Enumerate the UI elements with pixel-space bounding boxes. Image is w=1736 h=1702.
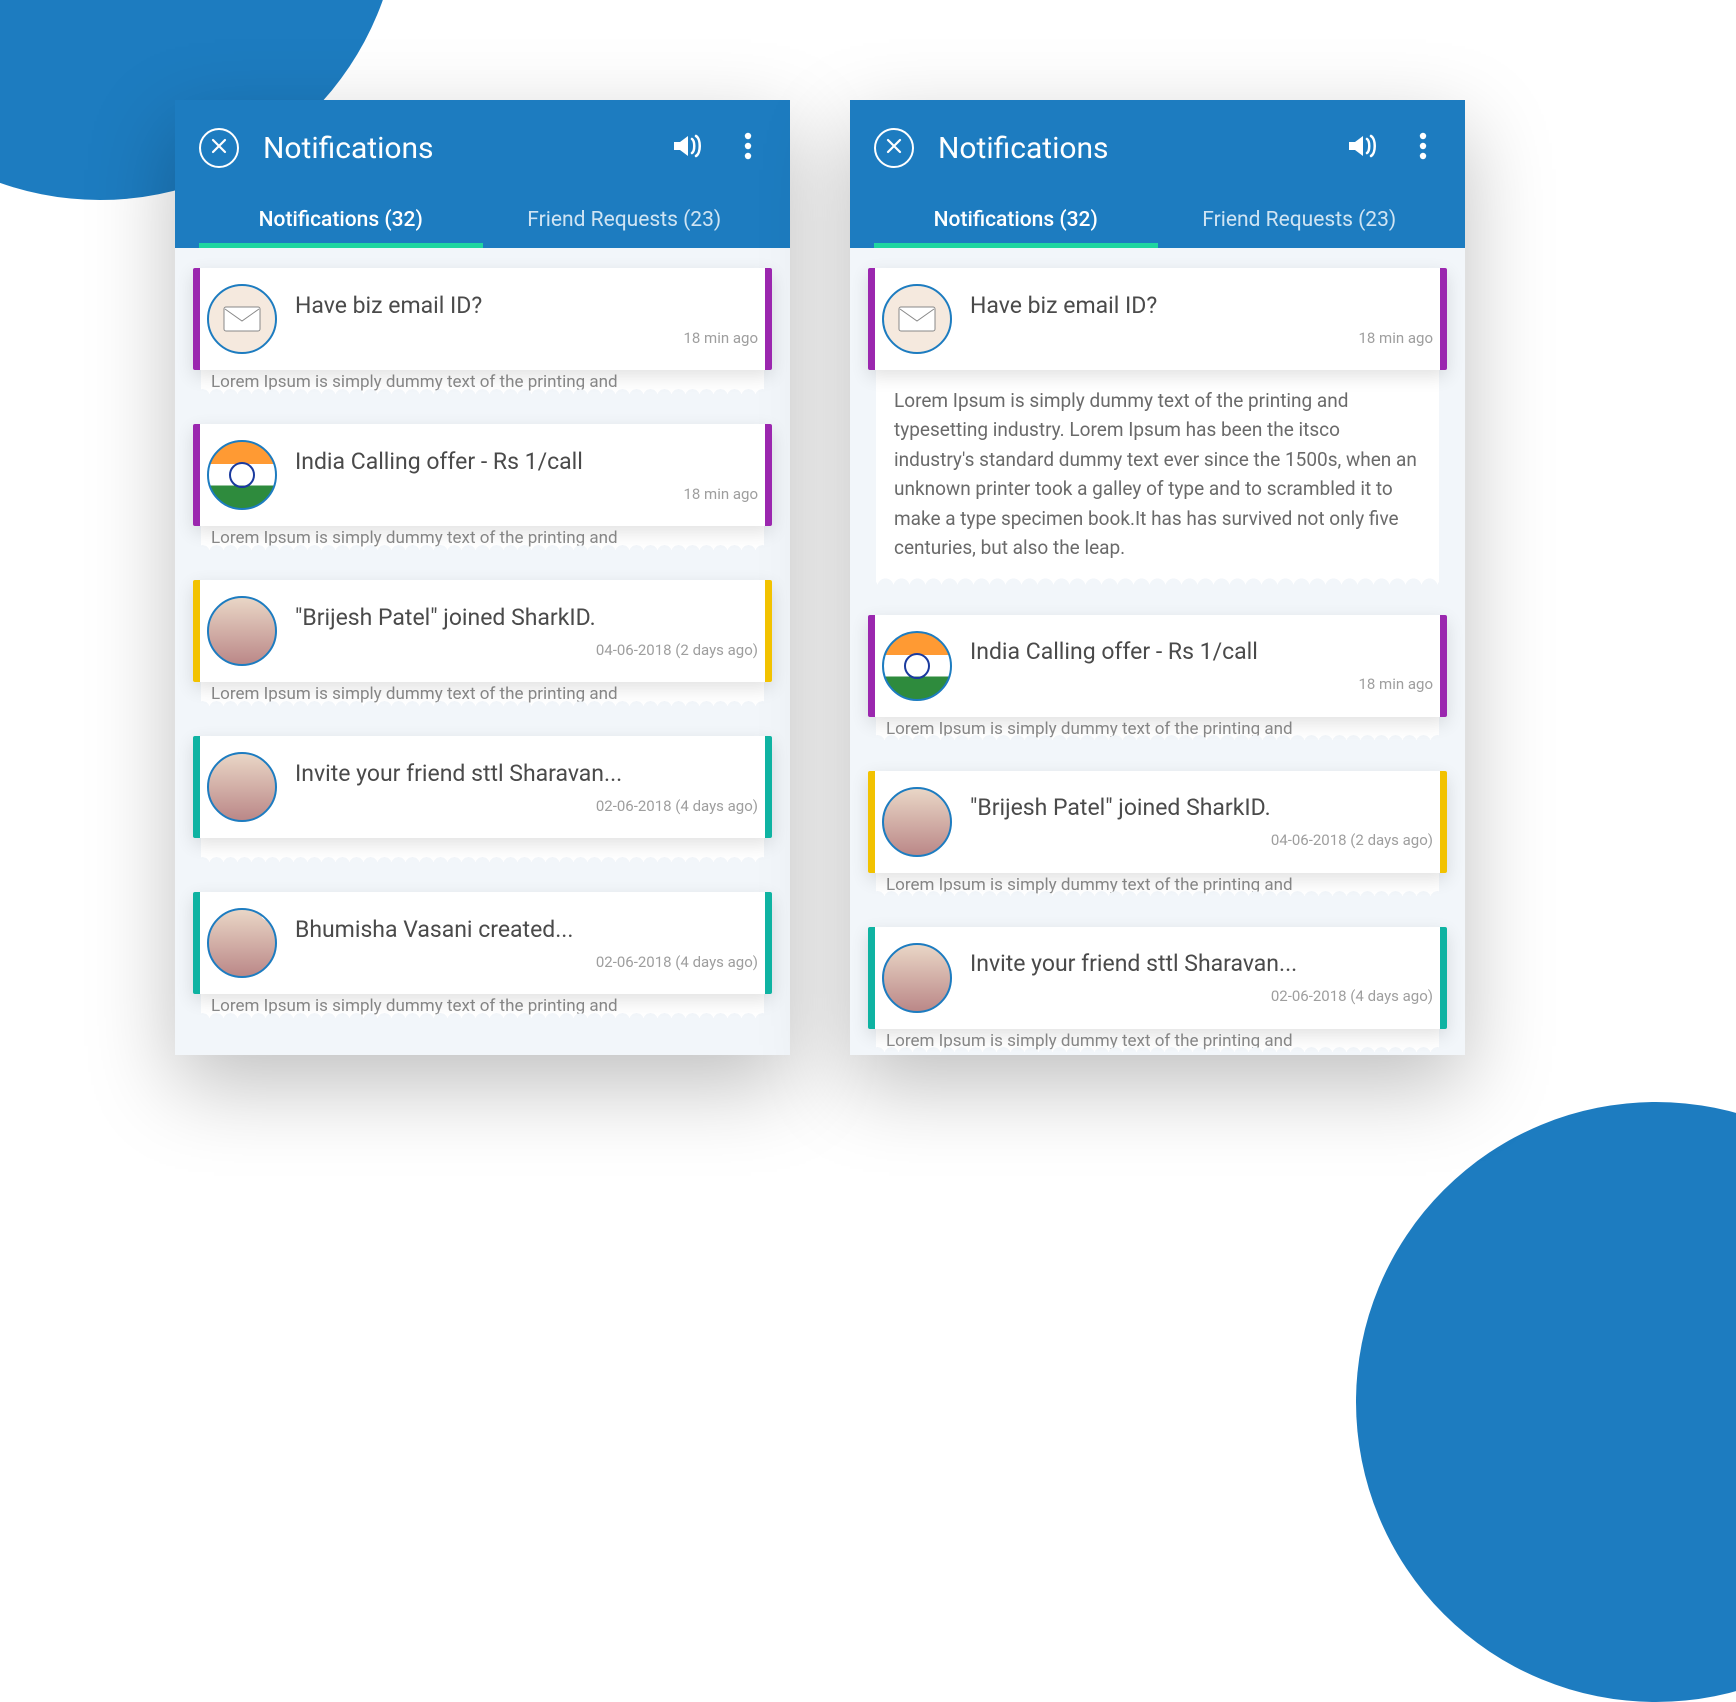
tab-notifications[interactable]: Notifications (32) [874, 196, 1158, 248]
avatar [882, 284, 952, 354]
accent-stripe [1440, 771, 1447, 873]
avatar [882, 943, 952, 1013]
accent-stripe [765, 424, 772, 526]
notification-item[interactable]: Invite your friend sttl Sharavan... 02-0… [193, 736, 772, 864]
notification-item[interactable]: "Brijesh Patel" joined SharkID. 04-06-20… [868, 771, 1447, 899]
overflow-menu-button[interactable] [730, 132, 766, 164]
accent-stripe [193, 736, 200, 838]
notification-title: Have biz email ID? [970, 292, 1433, 319]
close-button[interactable] [874, 128, 914, 168]
accent-stripe [765, 580, 772, 682]
more-vertical-icon [1419, 132, 1427, 164]
notification-time: 18 min ago [295, 329, 758, 347]
app-header: Notifications Notifications (32) Friend … [850, 100, 1465, 248]
avatar [207, 908, 277, 978]
accent-stripe [765, 736, 772, 838]
notification-title: Have biz email ID? [295, 292, 758, 319]
avatar [207, 752, 277, 822]
notification-title: Invite your friend sttl Sharavan... [970, 950, 1433, 977]
notification-title: India Calling offer - Rs 1/call [970, 638, 1433, 665]
page-title: Notifications [263, 131, 646, 166]
page-title: Notifications [938, 131, 1321, 166]
accent-stripe [868, 927, 875, 1029]
notification-list: Have biz email ID? 18 min ago Lorem Ipsu… [175, 248, 790, 1020]
avatar [207, 284, 277, 354]
accent-stripe [1440, 268, 1447, 370]
notification-item[interactable]: Have biz email ID? 18 min ago Lorem Ipsu… [193, 268, 772, 396]
avatar [882, 631, 952, 701]
notification-time: 18 min ago [295, 485, 758, 503]
close-icon [211, 138, 227, 158]
accent-stripe [1440, 615, 1447, 717]
accent-stripe [193, 892, 200, 994]
close-button[interactable] [199, 128, 239, 168]
notification-title: Bhumisha Vasani created... [295, 916, 758, 943]
accent-stripe [868, 268, 875, 370]
notification-item[interactable]: Invite your friend sttl Sharavan... 02-0… [868, 927, 1447, 1055]
notification-item[interactable]: India Calling offer - Rs 1/call 18 min a… [868, 615, 1447, 743]
notification-body: Lorem Ipsum is simply dummy text of the … [876, 370, 1439, 587]
accent-stripe [193, 580, 200, 682]
close-icon [886, 138, 902, 158]
accent-stripe [193, 424, 200, 526]
notification-list: Have biz email ID? 18 min ago Lorem Ipsu… [850, 248, 1465, 1055]
tab-bar: Notifications (32) Friend Requests (23) [874, 196, 1441, 248]
accent-stripe [1440, 927, 1447, 1029]
notification-time: 02-06-2018 (4 days ago) [970, 987, 1433, 1005]
notification-item-expanded[interactable]: Have biz email ID? 18 min ago Lorem Ipsu… [868, 268, 1447, 587]
notification-item[interactable]: "Brijesh Patel" joined SharkID. 04-06-20… [193, 580, 772, 708]
more-vertical-icon [744, 132, 752, 164]
tab-friend-requests[interactable]: Friend Requests (23) [1158, 196, 1442, 248]
tab-friend-requests[interactable]: Friend Requests (23) [483, 196, 767, 248]
volume-icon [672, 132, 704, 164]
notification-time: 02-06-2018 (4 days ago) [295, 797, 758, 815]
notification-time: 18 min ago [970, 675, 1433, 693]
notification-item[interactable]: Bhumisha Vasani created... 02-06-2018 (4… [193, 892, 772, 1020]
notification-time: 04-06-2018 (2 days ago) [295, 641, 758, 659]
notification-preview [201, 838, 764, 864]
volume-icon [1347, 132, 1379, 164]
status-dot-icon [261, 908, 273, 920]
accent-stripe [868, 771, 875, 873]
notification-time: 04-06-2018 (2 days ago) [970, 831, 1433, 849]
app-header: Notifications Notifications (32) Friend … [175, 100, 790, 248]
tab-bar: Notifications (32) Friend Requests (23) [199, 196, 766, 248]
sound-button[interactable] [1345, 132, 1381, 164]
accent-stripe [868, 615, 875, 717]
notification-title: Invite your friend sttl Sharavan... [295, 760, 758, 787]
notification-title: "Brijesh Patel" joined SharkID. [970, 794, 1433, 821]
notification-time: 18 min ago [970, 329, 1433, 347]
screen-collapsed: Notifications Notifications (32) Friend … [175, 100, 790, 1055]
avatar [207, 440, 277, 510]
sound-button[interactable] [670, 132, 706, 164]
notification-title: India Calling offer - Rs 1/call [295, 448, 758, 475]
notification-time: 02-06-2018 (4 days ago) [295, 953, 758, 971]
tab-notifications[interactable]: Notifications (32) [199, 196, 483, 248]
notification-title: "Brijesh Patel" joined SharkID. [295, 604, 758, 631]
avatar [207, 596, 277, 666]
avatar [882, 787, 952, 857]
accent-stripe [193, 268, 200, 370]
overflow-menu-button[interactable] [1405, 132, 1441, 164]
screen-expanded: Notifications Notifications (32) Friend … [850, 100, 1465, 1055]
accent-stripe [765, 892, 772, 994]
accent-stripe [765, 268, 772, 370]
notification-item[interactable]: India Calling offer - Rs 1/call 18 min a… [193, 424, 772, 552]
bg-shape-bottom-right [1356, 1102, 1736, 1702]
